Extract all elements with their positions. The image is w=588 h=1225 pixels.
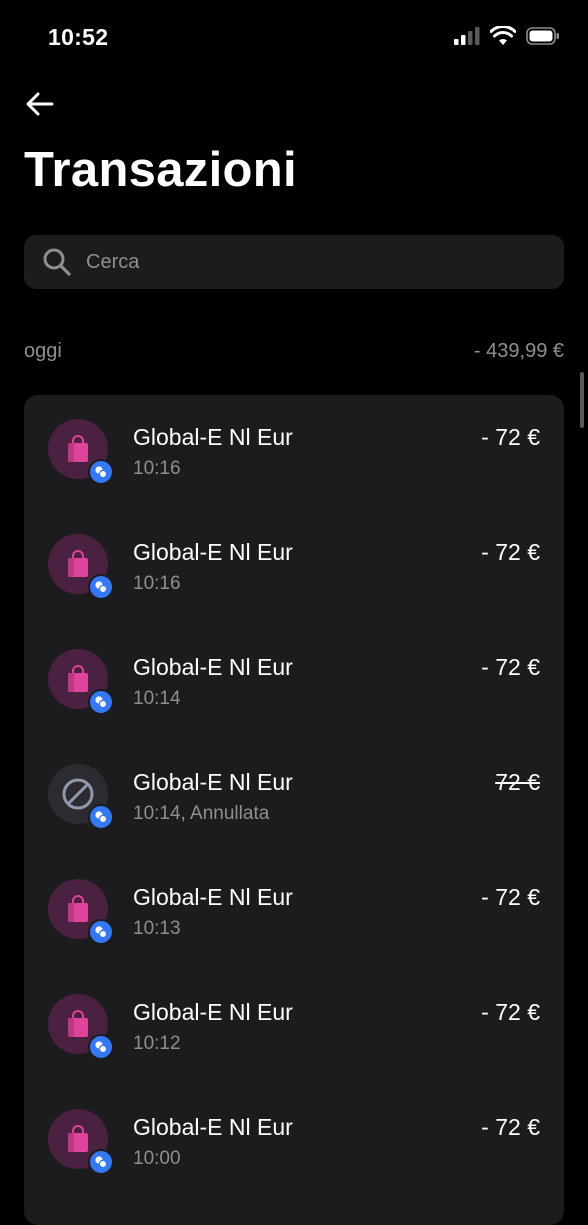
shopping-bag-icon	[68, 1010, 88, 1037]
shopping-bag-icon	[68, 665, 88, 692]
transaction-row[interactable]: Global-E Nl Eur 10:00 - 72 €	[24, 1085, 564, 1200]
transaction-time: 10:12	[133, 1033, 181, 1054]
transaction-time: 10:14, Annullata	[133, 803, 270, 824]
merchant-name: Global-E Nl Eur	[133, 654, 293, 680]
search-bar[interactable]	[24, 235, 564, 289]
cellular-signal-icon	[454, 26, 480, 45]
card-badge	[88, 1034, 114, 1060]
coins-icon	[95, 581, 108, 594]
merchant-name: Global-E Nl Eur	[133, 1114, 293, 1140]
shopping-bag-icon	[68, 895, 88, 922]
transaction-amount: - 72 €	[481, 884, 540, 910]
coins-icon	[95, 696, 108, 709]
transaction-row[interactable]: Global-E Nl Eur 10:16 - 72 €	[24, 395, 564, 510]
status-bar: 10:52	[0, 0, 588, 76]
status-time: 10:52	[48, 24, 109, 50]
coins-icon	[95, 1156, 108, 1169]
shopping-bag-icon	[68, 435, 88, 462]
transaction-row[interactable]: Global-E Nl Eur 10:12 - 72 €	[24, 970, 564, 1085]
merchant-name: Global-E Nl Eur	[133, 769, 293, 795]
transaction-amount: - 72 €	[481, 1114, 540, 1140]
arrow-left-icon	[26, 92, 54, 116]
card-badge	[88, 804, 114, 830]
card-badge	[88, 1149, 114, 1175]
shopping-bag-icon	[68, 1125, 88, 1152]
back-button[interactable]	[22, 86, 58, 122]
card-badge	[88, 459, 114, 485]
merchant-name: Global-E Nl Eur	[133, 884, 293, 910]
card-badge	[88, 919, 114, 945]
section-total: - 439,99 €	[473, 340, 564, 362]
status-icons	[454, 26, 560, 45]
page-title: Transazioni	[24, 143, 297, 197]
transaction-amount: - 72 €	[481, 654, 540, 680]
transaction-time: 10:16	[133, 458, 181, 479]
transaction-time: 10:14	[133, 688, 181, 709]
transaction-time: 10:13	[133, 918, 181, 939]
merchant-name: Global-E Nl Eur	[133, 539, 293, 565]
coins-icon	[95, 1041, 108, 1054]
wifi-icon	[490, 26, 516, 45]
coins-icon	[95, 466, 108, 479]
shopping-bag-icon	[68, 550, 88, 577]
coins-icon	[95, 926, 108, 939]
search-input[interactable]	[86, 250, 526, 274]
transaction-row[interactable]: Global-E Nl Eur 10:14 - 72 €	[24, 625, 564, 740]
transaction-amount: - 72 €	[481, 424, 540, 450]
transaction-row[interactable]: Global-E Nl Eur 10:13 - 72 €	[24, 855, 564, 970]
transaction-amount: - 72 €	[481, 999, 540, 1025]
transaction-amount: - 72 €	[481, 539, 540, 565]
transactions-list: Global-E Nl Eur 10:16 - 72 € Global-E Nl…	[24, 395, 564, 1225]
merchant-name: Global-E Nl Eur	[133, 999, 293, 1025]
coins-icon	[95, 811, 108, 824]
transaction-time: 10:16	[133, 573, 181, 594]
transaction-time: 10:00	[133, 1148, 181, 1169]
cancelled-icon	[62, 778, 94, 810]
section-date-label: oggi	[24, 340, 62, 362]
section-header: oggi - 439,99 €	[24, 340, 564, 363]
battery-icon	[526, 26, 559, 45]
card-badge	[88, 574, 114, 600]
transaction-row[interactable]: Global-E Nl Eur 10:16 - 72 €	[24, 510, 564, 625]
transaction-row[interactable]: Global-E Nl Eur 10:14, Annullata 72 €	[24, 740, 564, 855]
card-badge	[88, 689, 114, 715]
merchant-name: Global-E Nl Eur	[133, 424, 293, 450]
search-icon	[43, 248, 71, 276]
transaction-amount: 72 €	[495, 769, 540, 795]
scroll-indicator[interactable]	[580, 372, 584, 428]
